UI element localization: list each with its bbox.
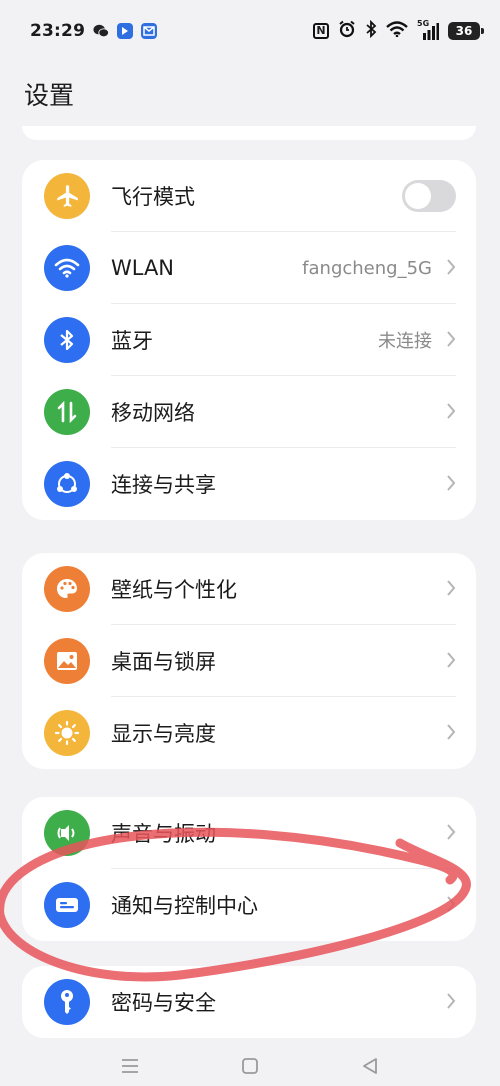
item-label: 蓝牙 (111, 329, 153, 353)
airplane-icon (44, 173, 90, 219)
alarm-icon (338, 20, 356, 42)
settings-item-wallpaper[interactable]: 壁纸与个性化 (22, 553, 476, 625)
image-icon (44, 638, 90, 684)
page-title: 设置 (24, 81, 75, 110)
settings-group-personalization: 壁纸与个性化 桌面与锁屏 显示与亮度 (22, 553, 476, 769)
chevron-right-icon (447, 580, 456, 596)
status-bar: 23:29 N 5G 36 (0, 0, 500, 62)
battery-icon: 36 (448, 22, 484, 40)
menu-icon[interactable] (120, 1057, 140, 1075)
settings-group-sound-notifications: 声音与振动 通知与控制中心 (22, 797, 476, 941)
item-value: 未连接 (378, 331, 432, 352)
item-label: WLAN (111, 256, 175, 280)
toggle-knob (405, 183, 431, 209)
settings-item-password-security[interactable]: 密码与安全 (22, 966, 476, 1038)
back-icon[interactable] (360, 1056, 380, 1076)
settings-item-mobile-network[interactable]: 移动网络 (22, 376, 476, 448)
settings-item-bluetooth[interactable]: 蓝牙 未连接 (22, 304, 476, 376)
settings-group-connectivity: 飞行模式 WLAN fangcheng_5G 蓝牙 未连接 移动网络 连接与共享 (22, 160, 476, 520)
mail-icon (141, 23, 158, 39)
wechat-icon (93, 23, 110, 39)
settings-item-display-brightness[interactable]: 显示与亮度 (22, 697, 476, 769)
mobile-data-icon (44, 389, 90, 435)
bluetooth-icon (44, 317, 90, 363)
settings-item-wlan[interactable]: WLAN fangcheng_5G (22, 232, 476, 304)
status-time: 23:29 (30, 21, 86, 41)
key-icon (44, 979, 90, 1025)
status-left: 23:29 (30, 21, 158, 41)
chevron-right-icon (447, 403, 456, 419)
nfc-icon: N (313, 23, 329, 39)
wifi-icon (386, 21, 408, 41)
bluetooth-icon (365, 19, 377, 42)
share-icon (44, 461, 90, 507)
item-label: 通知与控制中心 (111, 894, 258, 918)
item-label: 壁纸与个性化 (111, 578, 237, 602)
status-right: N 5G 36 (313, 19, 484, 42)
item-label: 桌面与锁屏 (111, 650, 216, 674)
chevron-right-icon (447, 259, 456, 275)
settings-group-security: 密码与安全 (22, 966, 476, 1038)
settings-item-home-lock-screen[interactable]: 桌面与锁屏 (22, 625, 476, 697)
settings-item-notification-control-center[interactable]: 通知与控制中心 (22, 869, 476, 941)
chevron-right-icon (447, 724, 456, 740)
scrolled-card-edge (22, 126, 476, 140)
chevron-right-icon (447, 896, 456, 912)
wifi-icon (44, 245, 90, 291)
palette-icon (44, 566, 90, 612)
item-label: 连接与共享 (111, 473, 216, 497)
chevron-right-icon (447, 993, 456, 1009)
chevron-right-icon (447, 475, 456, 491)
chevron-right-icon (447, 824, 456, 840)
settings-item-connection-sharing[interactable]: 连接与共享 (22, 448, 476, 520)
item-label: 移动网络 (111, 401, 195, 425)
item-value: fangcheng_5G (302, 257, 432, 279)
item-label: 声音与振动 (111, 822, 216, 846)
notification-icon (44, 882, 90, 928)
home-icon[interactable] (240, 1056, 260, 1076)
item-label: 显示与亮度 (111, 722, 216, 746)
settings-item-sound-vibration[interactable]: 声音与振动 (22, 797, 476, 869)
navigation-bar (0, 1046, 500, 1086)
app-icon (117, 23, 134, 39)
airplane-mode-toggle[interactable] (402, 180, 456, 212)
item-label: 密码与安全 (111, 991, 216, 1015)
brightness-icon (44, 710, 90, 756)
chevron-right-icon (447, 331, 456, 347)
item-label: 飞行模式 (111, 185, 195, 209)
sound-icon (44, 810, 90, 856)
signal-icon: 5G (417, 19, 439, 40)
chevron-right-icon (447, 652, 456, 668)
settings-item-airplane-mode[interactable]: 飞行模式 (22, 160, 476, 232)
